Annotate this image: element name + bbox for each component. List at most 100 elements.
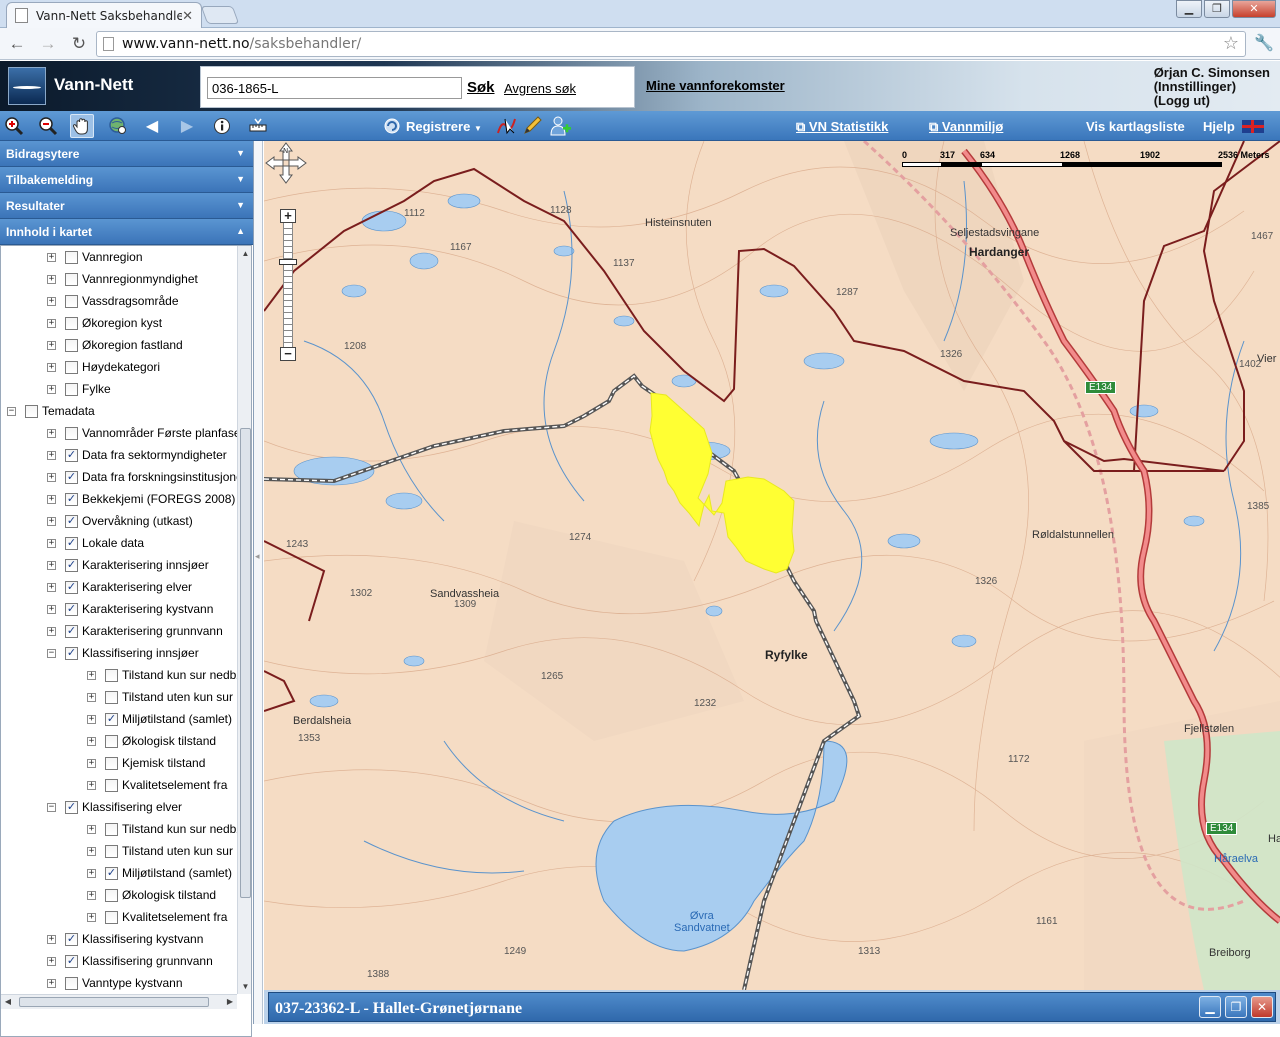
tree-vertical-scrollbar[interactable]: ▲ ▼ bbox=[237, 246, 251, 994]
expand-icon[interactable]: + bbox=[47, 978, 56, 988]
forward-button[interactable]: → bbox=[34, 30, 62, 58]
expand-icon[interactable]: + bbox=[47, 560, 56, 570]
measure-ruler-icon[interactable] bbox=[246, 114, 270, 138]
logout-link[interactable]: (Logg ut) bbox=[1154, 94, 1270, 108]
layer-checkbox[interactable]: ✓ bbox=[105, 712, 118, 726]
expand-icon[interactable]: + bbox=[47, 956, 56, 966]
layer-tree-item[interactable]: + Tilstand uten kun sur nedbør bbox=[87, 840, 237, 862]
panel-bidragsytere[interactable]: Bidragsytere ▼ bbox=[0, 141, 253, 167]
layer-checkbox[interactable] bbox=[105, 888, 118, 902]
layer-tree-item[interactable]: + Tilstand kun sur nedbør bbox=[87, 664, 237, 686]
scroll-thumb-horizontal[interactable] bbox=[19, 997, 209, 1007]
expand-icon[interactable]: + bbox=[47, 362, 56, 372]
expand-icon[interactable]: + bbox=[87, 912, 96, 922]
layer-tree-item[interactable]: + Vannregionmyndighet bbox=[47, 268, 198, 290]
waterbody-info-window[interactable]: 037-23362-L - Hallet-Grønetjørnane ▁ ❐ ✕ bbox=[268, 992, 1276, 1022]
search-input[interactable] bbox=[207, 77, 462, 99]
minimize-button[interactable]: ▁ bbox=[1176, 0, 1202, 18]
layer-tree-item[interactable]: + Tilstand uten kun sur nedbør bbox=[87, 686, 237, 708]
map-canvas[interactable]: Histeinsnuten Seljestadsvingane Hardange… bbox=[264, 141, 1280, 990]
wrench-menu-icon[interactable]: 🔧 bbox=[1254, 33, 1274, 53]
layer-tree-item[interactable]: + Vassdragsområde bbox=[47, 290, 179, 312]
layer-tree-item[interactable]: + Vannregion bbox=[47, 246, 143, 268]
scroll-left-icon[interactable]: ◀ bbox=[1, 995, 15, 1009]
zoom-plus-button[interactable]: + bbox=[280, 209, 296, 223]
expand-icon[interactable]: + bbox=[47, 384, 56, 394]
zoom-out-icon[interactable] bbox=[36, 114, 60, 138]
layer-checkbox[interactable]: ✓ bbox=[65, 470, 78, 484]
layer-checkbox[interactable]: ✓ bbox=[65, 932, 78, 946]
expand-icon[interactable]: + bbox=[87, 868, 96, 878]
expand-icon[interactable]: + bbox=[47, 538, 56, 548]
previous-extent-icon[interactable]: ◀ bbox=[140, 114, 164, 138]
collapse-icon[interactable]: − bbox=[47, 648, 56, 658]
add-user-icon[interactable] bbox=[548, 114, 572, 138]
layer-checkbox[interactable] bbox=[105, 734, 118, 748]
minimize-window-button[interactable]: ▁ bbox=[1199, 996, 1221, 1018]
expand-icon[interactable]: + bbox=[47, 494, 56, 504]
layer-tree-item[interactable]: + ✓ Karakterisering elver bbox=[47, 576, 192, 598]
zoom-in-icon[interactable] bbox=[2, 114, 26, 138]
restore-window-button[interactable]: ❐ bbox=[1225, 996, 1247, 1018]
layer-list-link[interactable]: Vis kartlagsliste bbox=[1086, 119, 1185, 134]
layer-tree-item[interactable]: + Økologisk tilstand bbox=[87, 730, 216, 752]
settings-link[interactable]: (Innstillinger) bbox=[1154, 80, 1270, 94]
layer-tree-item[interactable]: + ✓ Karakterisering grunnvann bbox=[47, 620, 223, 642]
layer-checkbox[interactable] bbox=[105, 822, 118, 836]
layer-checkbox[interactable]: ✓ bbox=[65, 954, 78, 968]
layer-checkbox[interactable] bbox=[105, 910, 118, 924]
search-button[interactable]: Søk bbox=[467, 79, 495, 96]
layer-checkbox[interactable] bbox=[105, 778, 118, 792]
layer-tree-item[interactable]: + ✓ Karakterisering kystvann bbox=[47, 598, 213, 620]
expand-icon[interactable]: + bbox=[87, 758, 96, 768]
draw-line-tool-icon[interactable] bbox=[494, 114, 518, 138]
layer-tree-item[interactable]: + Kvalitetselement fra bbox=[87, 906, 227, 928]
layer-checkbox[interactable]: ✓ bbox=[65, 492, 78, 506]
layer-checkbox[interactable] bbox=[65, 250, 78, 264]
panel-tilbakemelding[interactable]: Tilbakemelding ▼ bbox=[0, 167, 253, 193]
layer-checkbox[interactable] bbox=[65, 316, 78, 330]
zoom-minus-button[interactable]: − bbox=[280, 347, 296, 361]
pan-control[interactable]: N bbox=[264, 141, 308, 185]
expand-icon[interactable]: + bbox=[87, 670, 96, 680]
layer-tree-item[interactable]: + Tilstand kun sur nedbør bbox=[87, 818, 237, 840]
layer-tree-item[interactable]: + ✓ Data fra forskningsinstitusjoner bbox=[47, 466, 237, 488]
layer-checkbox[interactable]: ✓ bbox=[65, 558, 78, 572]
layer-checkbox[interactable]: ✓ bbox=[65, 448, 78, 462]
layer-checkbox[interactable] bbox=[105, 756, 118, 770]
layer-checkbox[interactable] bbox=[105, 668, 118, 682]
tab-close-icon[interactable]: ✕ bbox=[182, 8, 193, 24]
vn-statistics-link[interactable]: ⧉ VN Statistikk bbox=[796, 119, 888, 135]
collapse-icon[interactable]: − bbox=[7, 406, 16, 416]
layer-tree-item[interactable]: + Fylke bbox=[47, 378, 111, 400]
scroll-thumb[interactable] bbox=[240, 428, 251, 898]
expand-icon[interactable]: + bbox=[87, 846, 96, 856]
layer-tree-item[interactable]: + ✓ Overvåkning (utkast) bbox=[47, 510, 193, 532]
tree-horizontal-scrollbar[interactable]: ◀ ▶ bbox=[1, 994, 237, 1009]
layer-checkbox[interactable]: ✓ bbox=[65, 536, 78, 550]
new-tab-button[interactable] bbox=[200, 6, 240, 24]
register-menu[interactable]: Registrere ▼ bbox=[406, 119, 482, 134]
maximize-button[interactable]: ❐ bbox=[1204, 0, 1230, 18]
my-waterbodies-link[interactable]: Mine vannforekomster bbox=[646, 78, 785, 93]
info-icon[interactable] bbox=[210, 114, 234, 138]
scroll-down-icon[interactable]: ▼ bbox=[238, 979, 251, 994]
next-extent-icon[interactable]: ▶ bbox=[175, 114, 199, 138]
expand-icon[interactable]: + bbox=[47, 934, 56, 944]
layer-checkbox[interactable] bbox=[105, 844, 118, 858]
expand-icon[interactable]: + bbox=[47, 626, 56, 636]
vannmiljo-link[interactable]: ⧉ Vannmiljø bbox=[929, 119, 1003, 135]
expand-icon[interactable]: + bbox=[47, 340, 56, 350]
zoom-track[interactable] bbox=[283, 223, 293, 347]
expand-icon[interactable]: + bbox=[47, 274, 56, 284]
panel-splitter[interactable]: ◂ bbox=[254, 141, 263, 1024]
edit-pencil-icon[interactable] bbox=[520, 114, 544, 138]
scroll-up-icon[interactable]: ▲ bbox=[238, 246, 251, 261]
layer-tree-item[interactable]: − ✓ Klassifisering elver bbox=[47, 796, 182, 818]
expand-icon[interactable]: + bbox=[87, 780, 96, 790]
expand-icon[interactable]: + bbox=[87, 714, 96, 724]
expand-icon[interactable]: + bbox=[47, 472, 56, 482]
layer-tree-item[interactable]: + Økoregion fastland bbox=[47, 334, 183, 356]
layer-checkbox[interactable]: ✓ bbox=[65, 800, 78, 814]
layer-tree-item[interactable]: − ✓ Klassifisering innsjøer bbox=[47, 642, 199, 664]
